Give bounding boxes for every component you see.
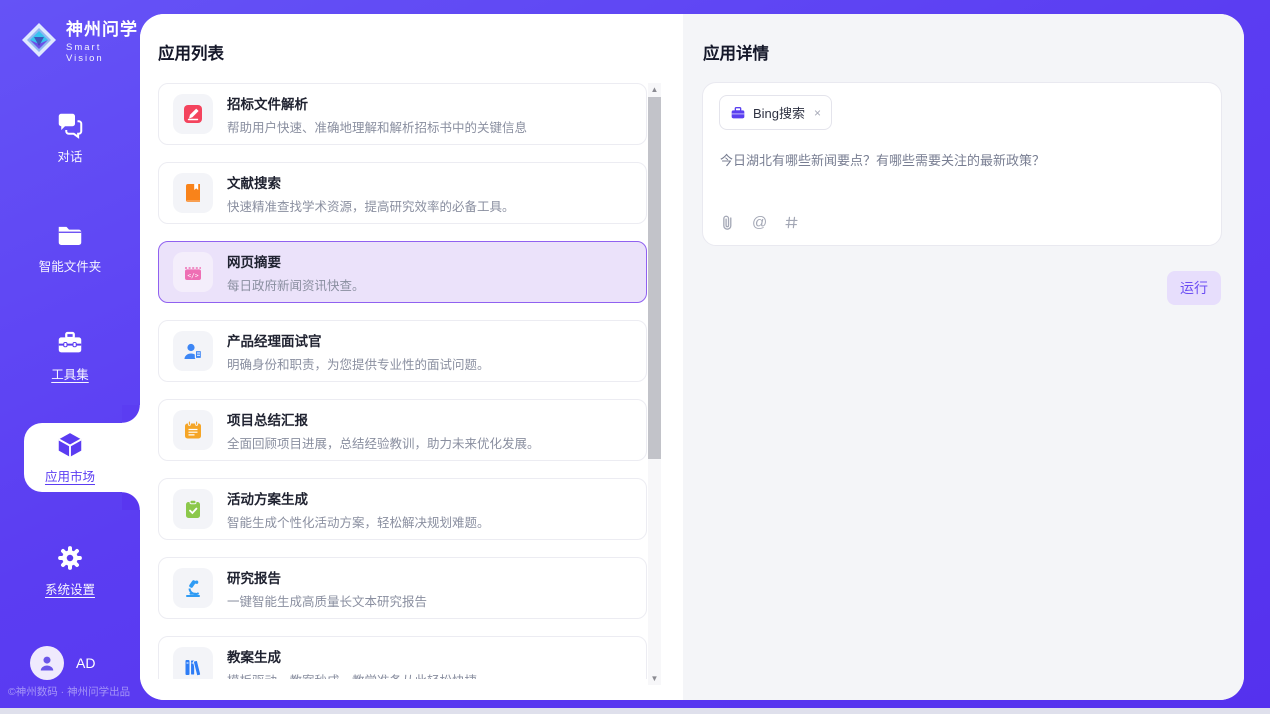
app-detail-title: 应用详情 xyxy=(703,40,769,64)
brand-logo: 神州问学 Smart Vision xyxy=(20,15,140,64)
interviewer-icon xyxy=(173,331,213,371)
app-title: 招标文件解析 xyxy=(227,93,527,113)
content-area: 应用列表 招标文件解析 帮助用户快速、准确地理解和解析招标书中的关键信息 xyxy=(140,14,1244,700)
app-desc: 每日政府新闻资讯快查。 xyxy=(227,275,365,294)
app-title: 项目总结汇报 xyxy=(227,409,540,429)
app-card-research-report[interactable]: 研究报告 一键智能生成高质量长文本研究报告 xyxy=(158,557,647,619)
run-button[interactable]: 运行 xyxy=(1167,271,1221,305)
app-desc: 模板驱动，教案秒成，教学准备从此轻松快捷 xyxy=(227,670,477,680)
scrollbar-thumb[interactable] xyxy=(648,97,661,459)
folder-icon xyxy=(55,220,85,250)
user-account[interactable]: AD xyxy=(30,646,95,680)
app-card-webpage-summary[interactable]: </> 网页摘要 每日政府新闻资讯快查。 xyxy=(158,241,647,303)
app-desc: 帮助用户快速、准确地理解和解析招标书中的关键信息 xyxy=(227,117,527,136)
tool-tag-bing-search[interactable]: Bing搜索 × xyxy=(719,95,832,130)
sidebar-item-smart-folder[interactable]: 智能文件夹 xyxy=(0,220,140,275)
app-card-project-summary[interactable]: 项目总结汇报 全面回顾项目进展，总结经验教训，助力未来优化发展。 xyxy=(158,399,647,461)
sidebar-item-label: 对话 xyxy=(57,146,82,165)
brand-name: 神州问学 xyxy=(66,15,140,40)
user-name: AD xyxy=(76,655,95,671)
books-icon xyxy=(173,647,213,679)
book-icon xyxy=(173,173,213,213)
diamond-logo-icon xyxy=(20,21,58,59)
sidebar: 神州问学 Smart Vision 对话 智能文件夹 xyxy=(0,0,140,708)
app-card-literature-search[interactable]: 文献搜索 快速精准查找学术资源，提高研究效率的必备工具。 xyxy=(158,162,647,224)
sidebar-item-label: 工具集 xyxy=(51,364,89,383)
cube-icon xyxy=(55,430,85,460)
hash-icon[interactable] xyxy=(784,215,799,230)
sidebar-item-settings[interactable]: 系统设置 xyxy=(0,543,140,598)
svg-text:</>: </> xyxy=(187,272,198,279)
app-card-lesson-plan[interactable]: 教案生成 模板驱动，教案秒成，教学准备从此轻松快捷 xyxy=(158,636,647,679)
app-desc: 快速精准查找学术资源，提高研究效率的必备工具。 xyxy=(227,196,515,215)
app-frame: 神州问学 Smart Vision 对话 智能文件夹 xyxy=(0,0,1270,708)
sidebar-item-app-market[interactable]: 应用市场 xyxy=(0,430,140,485)
app-desc: 智能生成个性化活动方案，轻松解决规划难题。 xyxy=(227,512,490,531)
sidebar-item-label: 应用市场 xyxy=(45,466,95,485)
list-scrollbar[interactable]: ▲ ▼ xyxy=(648,83,661,685)
avatar xyxy=(30,646,64,680)
app-title: 产品经理面试官 xyxy=(227,330,490,350)
active-nav-pill-curve-bottom xyxy=(122,492,140,510)
app-title: 文献搜索 xyxy=(227,172,515,192)
app-card-pm-interviewer[interactable]: 产品经理面试官 明确身份和职责，为您提供专业性的面试问题。 xyxy=(158,320,647,382)
briefcase-icon xyxy=(730,105,746,121)
gear-icon xyxy=(55,543,85,573)
prompt-input-card[interactable]: Bing搜索 × 今日湖北有哪些新闻要点？有哪些需要关注的最新政策？ @ xyxy=(702,82,1222,246)
clipboard-check-icon xyxy=(173,489,213,529)
scroll-down-arrow-icon[interactable]: ▼ xyxy=(648,672,661,685)
close-icon[interactable]: × xyxy=(814,106,821,120)
sidebar-item-label: 智能文件夹 xyxy=(39,256,102,275)
chat-icon xyxy=(55,110,85,140)
app-desc: 全面回顾项目进展，总结经验教训，助力未来优化发展。 xyxy=(227,433,540,452)
app-card-bid-document-analysis[interactable]: 招标文件解析 帮助用户快速、准确地理解和解析招标书中的关键信息 xyxy=(158,83,647,145)
sidebar-item-label: 系统设置 xyxy=(45,579,95,598)
active-nav-pill-curve-top xyxy=(122,405,140,423)
tool-tag-label: Bing搜索 xyxy=(753,103,805,122)
app-desc: 一键智能生成高质量长文本研究报告 xyxy=(227,591,427,610)
sidebar-item-chat[interactable]: 对话 xyxy=(0,110,140,165)
attachment-icon[interactable] xyxy=(720,214,735,231)
app-list: 招标文件解析 帮助用户快速、准确地理解和解析招标书中的关键信息 文献搜索 xyxy=(158,83,647,679)
edit-icon xyxy=(173,94,213,134)
mention-icon[interactable]: @ xyxy=(752,214,767,231)
app-list-title: 应用列表 xyxy=(158,40,224,64)
copyright-footer: ©神州数码 · 神州问学出品 xyxy=(8,684,142,699)
calendar-icon xyxy=(173,410,213,450)
app-title: 教案生成 xyxy=(227,646,477,666)
app-title: 活动方案生成 xyxy=(227,488,490,508)
brand-subtitle: Smart Vision xyxy=(66,42,140,64)
sidebar-item-toolbox[interactable]: 工具集 xyxy=(0,328,140,383)
webpage-icon: </> xyxy=(173,252,213,292)
query-textarea[interactable]: 今日湖北有哪些新闻要点？有哪些需要关注的最新政策？ xyxy=(720,151,1205,170)
app-title: 研究报告 xyxy=(227,567,427,587)
input-toolbar: @ xyxy=(720,214,799,231)
app-title: 网页摘要 xyxy=(227,251,365,271)
toolbox-icon xyxy=(55,328,85,358)
app-detail-panel: 应用详情 Bing搜索 × 今日湖北有哪些新闻要点？有哪些需要关注的最新政策？ xyxy=(683,14,1244,700)
app-desc: 明确身份和职责，为您提供专业性的面试问题。 xyxy=(227,354,490,373)
app-list-panel: 应用列表 招标文件解析 帮助用户快速、准确地理解和解析招标书中的关键信息 xyxy=(140,14,683,700)
scroll-up-arrow-icon[interactable]: ▲ xyxy=(648,83,661,96)
microscope-icon xyxy=(173,568,213,608)
app-card-event-plan[interactable]: 活动方案生成 智能生成个性化活动方案，轻松解决规划难题。 xyxy=(158,478,647,540)
